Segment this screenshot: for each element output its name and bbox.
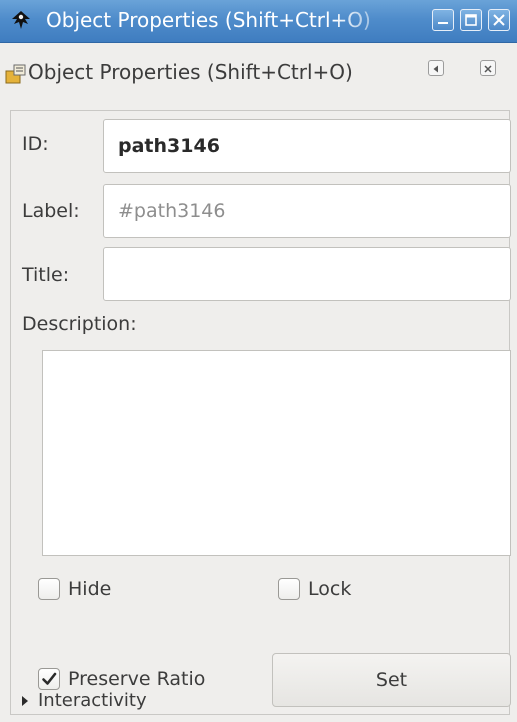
lock-checkbox-row[interactable]: Lock [278, 578, 351, 600]
close-icon [493, 14, 505, 26]
dock-close-button[interactable] [480, 60, 496, 76]
close-button[interactable] [488, 9, 510, 31]
hide-checkbox[interactable] [38, 578, 60, 600]
label-field[interactable] [103, 184, 511, 238]
description-label: Description: [22, 313, 137, 335]
dock-close-icon [484, 65, 492, 73]
hide-checkbox-row[interactable]: Hide [38, 578, 111, 600]
triangle-right-icon [22, 695, 28, 706]
checkmark-icon [42, 672, 57, 685]
label-label: Label: [22, 200, 80, 222]
maximize-button[interactable] [460, 9, 482, 31]
title-field[interactable] [103, 247, 511, 301]
dock-title: Object Properties (Shift+Ctrl+O) [28, 60, 353, 84]
iconify-icon [433, 65, 438, 73]
window-title: Object Properties (Shift+Ctrl+O) [46, 8, 371, 32]
preserve-ratio-label: Preserve Ratio [68, 668, 206, 690]
preserve-ratio-row[interactable]: Preserve Ratio [38, 668, 205, 690]
title-bar[interactable]: Object Properties (Shift+Ctrl+O) [0, 0, 517, 43]
minimize-button[interactable] [432, 9, 454, 31]
interactivity-label: Interactivity [38, 690, 147, 711]
object-properties-icon [4, 62, 28, 86]
inkscape-icon[interactable] [10, 10, 32, 30]
description-textarea[interactable] [42, 350, 511, 556]
iconify-button[interactable] [428, 60, 444, 76]
lock-label: Lock [308, 578, 352, 600]
maximize-icon [465, 14, 477, 26]
set-button[interactable]: Set [272, 653, 511, 707]
preserve-ratio-checkbox[interactable] [38, 668, 60, 690]
hide-label: Hide [68, 578, 112, 600]
interactivity-expander[interactable]: Interactivity [20, 690, 147, 711]
lock-checkbox[interactable] [278, 578, 300, 600]
id-label: ID: [22, 133, 49, 155]
title-label: Title: [22, 264, 70, 286]
object-properties-window: Object Properties (Shift+Ctrl+O) Object … [0, 0, 517, 722]
id-field[interactable] [103, 119, 511, 173]
minimize-icon [438, 22, 448, 24]
